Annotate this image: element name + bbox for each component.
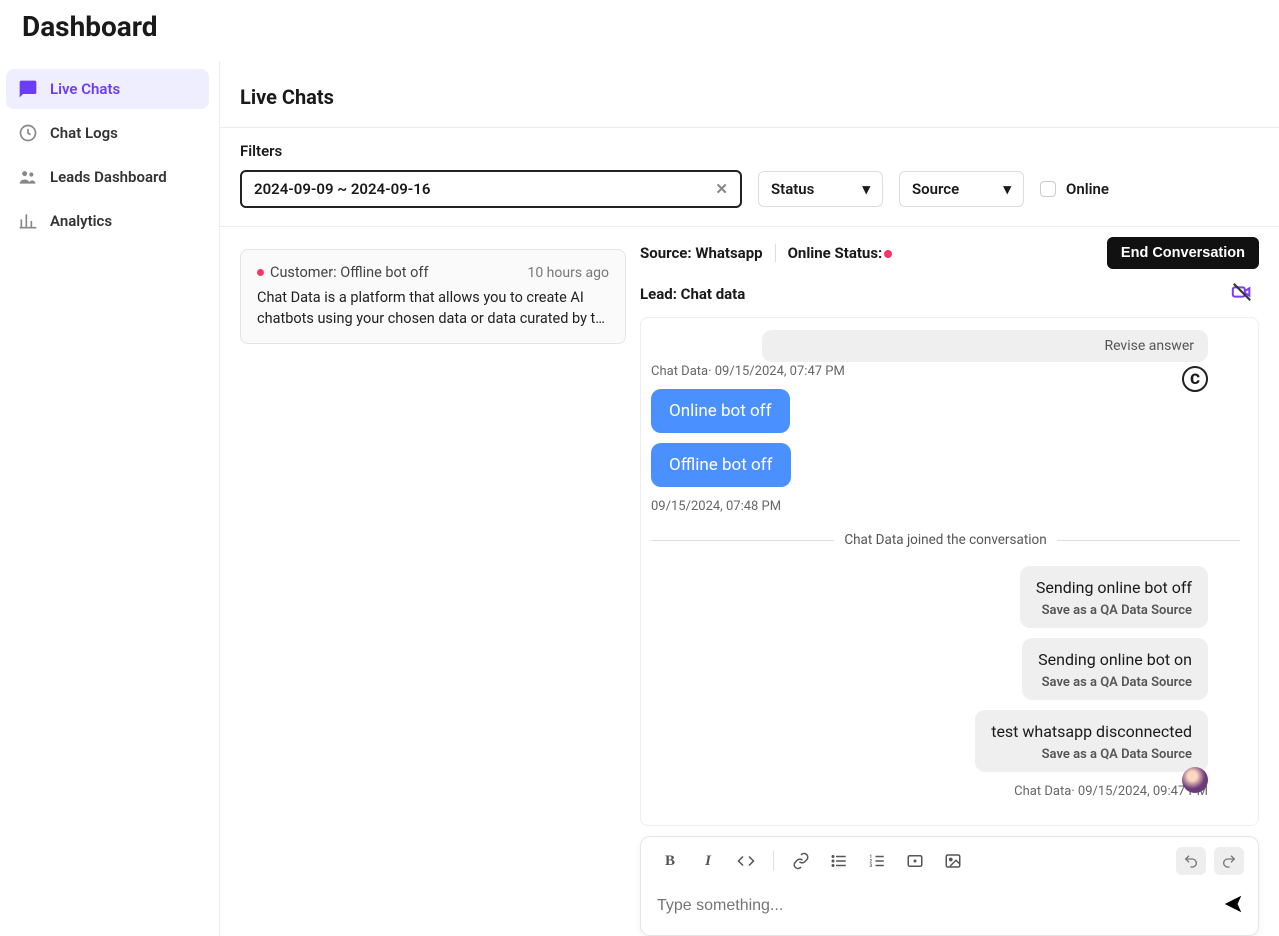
agent-message: Sending online bot off Save as a QA Data… — [1020, 566, 1208, 628]
chevron-down-icon: ▾ — [862, 180, 870, 198]
message-timestamp: Chat Data· 09/15/2024, 09:47 PM — [1014, 784, 1208, 799]
conversation-list: Customer: Offline bot off 10 hours ago C… — [240, 227, 640, 936]
filters-label: Filters — [240, 142, 1259, 160]
status-dot-icon — [884, 250, 892, 258]
send-button[interactable] — [1222, 893, 1244, 919]
agent-message: test whatsapp disconnected Save as a QA … — [975, 710, 1208, 772]
agent-avatar-icon — [1182, 767, 1208, 793]
redo-button[interactable] — [1214, 847, 1244, 875]
sidebar-item-analytics[interactable]: Analytics — [6, 201, 209, 241]
date-range-value: 2024-09-09 ~ 2024-09-16 — [254, 180, 430, 198]
embed-button[interactable] — [900, 847, 930, 875]
save-qa-button[interactable]: Save as a QA Data Source — [1026, 673, 1208, 700]
online-checkbox[interactable] — [1040, 181, 1056, 197]
toolbar-separator — [773, 851, 774, 871]
online-checkbox-label: Online — [1066, 180, 1109, 198]
sidebar-item-label: Leads Dashboard — [50, 168, 167, 186]
save-qa-button[interactable]: Save as a QA Data Source — [1026, 745, 1208, 772]
message-timestamp: Chat Data· 09/15/2024, 07:47 PM — [651, 364, 1208, 379]
source-select[interactable]: Source ▾ — [899, 171, 1024, 207]
svg-text:3: 3 — [870, 863, 873, 869]
users-icon — [18, 167, 38, 187]
italic-button[interactable]: I — [693, 847, 723, 875]
code-button[interactable] — [731, 847, 761, 875]
messages-panel[interactable]: Revise answer Chat Data· 09/15/2024, 07:… — [640, 317, 1259, 826]
divider — [775, 244, 776, 262]
status-select-label: Status — [771, 180, 814, 198]
history-icon — [18, 123, 38, 143]
section-title: Live Chats — [220, 61, 1279, 128]
undo-button[interactable] — [1176, 847, 1206, 875]
sidebar: Live Chats Chat Logs Leads Dashboard Ana… — [0, 61, 220, 936]
page-title: Dashboard — [0, 0, 1279, 61]
message-timestamp: 09/15/2024, 07:48 PM — [651, 499, 1240, 514]
image-button[interactable] — [938, 847, 968, 875]
system-message: Chat Data joined the conversation — [651, 532, 1240, 548]
clear-date-icon[interactable]: ✕ — [715, 180, 728, 198]
bullet-list-button[interactable] — [824, 847, 854, 875]
status-select[interactable]: Status ▾ — [758, 171, 883, 207]
sidebar-item-live-chats[interactable]: Live Chats — [6, 69, 209, 109]
camera-off-icon[interactable] — [1231, 281, 1253, 307]
sidebar-item-label: Live Chats — [50, 80, 120, 98]
sidebar-item-leads[interactable]: Leads Dashboard — [6, 157, 209, 197]
conversation-time: 10 hours ago — [527, 265, 609, 281]
chat-online-status: Online Status: — [788, 244, 893, 262]
bot-avatar-icon: C — [1182, 366, 1208, 392]
chevron-down-icon: ▾ — [1003, 180, 1011, 198]
agent-message: Sending online bot on Save as a QA Data … — [1022, 638, 1208, 700]
chat-icon — [18, 79, 38, 99]
end-conversation-button[interactable]: End Conversation — [1107, 237, 1259, 269]
link-button[interactable] — [786, 847, 816, 875]
status-dot-icon — [257, 269, 264, 276]
chat-source: Source: Whatsapp — [640, 244, 763, 262]
date-range-input[interactable]: 2024-09-09 ~ 2024-09-16 ✕ — [240, 170, 742, 208]
source-select-label: Source — [912, 180, 959, 198]
conversation-card[interactable]: Customer: Offline bot off 10 hours ago C… — [240, 249, 626, 344]
chat-lead: Lead: Chat data — [640, 285, 745, 303]
conversation-customer: Customer: Offline bot off — [257, 264, 429, 281]
sidebar-item-label: Chat Logs — [50, 124, 118, 142]
bold-button[interactable]: B — [655, 847, 685, 875]
message-input[interactable] — [655, 891, 1222, 921]
user-message: Offline bot off — [651, 443, 791, 487]
analytics-icon — [18, 211, 38, 231]
sidebar-item-label: Analytics — [50, 212, 112, 230]
revise-answer-button[interactable]: Revise answer — [762, 330, 1208, 362]
save-qa-button[interactable]: Save as a QA Data Source — [1026, 601, 1208, 628]
sidebar-item-chat-logs[interactable]: Chat Logs — [6, 113, 209, 153]
numbered-list-button[interactable]: 123 — [862, 847, 892, 875]
conversation-snippet: Chat Data is a platform that allows you … — [257, 287, 609, 329]
user-message: Online bot off — [651, 389, 790, 433]
message-editor: B I 123 — [640, 836, 1259, 936]
